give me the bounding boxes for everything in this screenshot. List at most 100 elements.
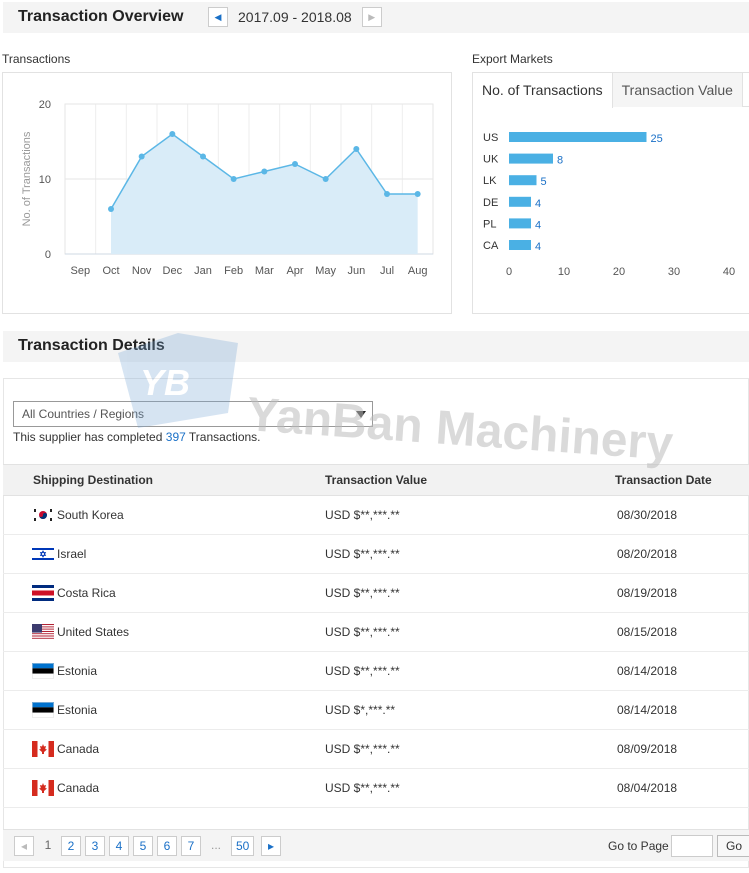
export-tabs: No. of Transactions Transaction Value	[473, 73, 749, 108]
row-value: USD $**,***.**	[325, 586, 400, 600]
bar-category-label: PL	[483, 218, 496, 230]
page-prev-button[interactable]: ◂	[14, 836, 34, 856]
page-item[interactable]: 2	[61, 836, 81, 856]
row-date: 08/15/2018	[617, 625, 678, 639]
x-tick-label: 10	[558, 266, 570, 278]
y-tick-label: 0	[45, 249, 51, 261]
go-button[interactable]: Go	[717, 835, 749, 857]
ee-flag-icon	[32, 702, 54, 718]
data-point	[414, 191, 421, 197]
bar	[509, 153, 553, 164]
goto-page-input[interactable]	[671, 835, 713, 857]
row-country: United States	[57, 625, 130, 639]
y-axis-label: No. of Transactions	[21, 131, 33, 226]
country-filter-select[interactable]: All Countries / Regions	[13, 401, 373, 427]
page-item[interactable]: 7	[181, 836, 201, 856]
bar-category-label: US	[483, 132, 498, 144]
table-row: Israel USD $**,***.** 08/20/2018	[3, 535, 749, 574]
row-value: USD $**,***.**	[325, 664, 400, 678]
row-country: South Korea	[57, 508, 124, 522]
page-item-current: 1	[44, 838, 52, 852]
page-item[interactable]: 4	[109, 836, 129, 856]
row-date: 08/19/2018	[617, 586, 678, 600]
row-country: Canada	[57, 742, 100, 756]
details-header: Transaction Details	[3, 331, 749, 362]
us-flag-icon	[32, 624, 54, 640]
row-value: USD $**,***.**	[325, 625, 400, 639]
x-tick-label: 30	[668, 266, 680, 278]
table-row: South Korea USD $**,***.** 08/30/2018	[3, 496, 749, 535]
row-date: 08/09/2018	[617, 742, 678, 756]
bar	[509, 240, 531, 250]
page-next-button[interactable]: ▸	[261, 836, 281, 856]
export-markets-bar-chart: US 25UK 8LK 5DE 4PL 4CA 40 10 20 30 40	[483, 132, 735, 278]
x-tick-label: Jan	[194, 265, 212, 277]
period-navigator: ◀ 2017.09 - 2018.08 ▶	[208, 6, 382, 28]
bar-category-label: DE	[483, 197, 498, 209]
chevron-right-icon: ▸	[267, 839, 275, 853]
ca-flag-icon	[32, 741, 54, 757]
bar-category-label: UK	[483, 154, 499, 166]
page-item-last[interactable]: 50	[231, 836, 255, 856]
bar-value-label: 5	[541, 176, 547, 188]
bar	[509, 175, 537, 186]
y-tick-label: 20	[39, 99, 51, 111]
bar-value-label: 25	[651, 133, 663, 145]
header-shipping-destination: Shipping Destination	[33, 473, 153, 487]
x-tick-label: Jul	[380, 265, 394, 277]
data-point	[138, 153, 145, 160]
chevron-right-icon: ▶	[368, 11, 376, 22]
tab-no-of-transactions[interactable]: No. of Transactions	[473, 73, 613, 108]
kr-flag-icon	[32, 507, 54, 523]
data-point	[384, 191, 390, 197]
x-tick-label: May	[315, 265, 336, 277]
export-markets-panel: No. of Transactions Transaction Value US…	[472, 72, 749, 314]
x-tick-label: Dec	[163, 265, 183, 277]
data-point	[169, 131, 176, 137]
data-point	[230, 176, 237, 182]
ee-flag-icon	[32, 663, 54, 679]
header-transaction-value: Transaction Value	[325, 473, 428, 487]
row-value: USD $*,***.**	[325, 703, 396, 717]
x-tick-label: Sep	[71, 265, 91, 277]
pagination: ◂ 1 2 3 4 5 6 7 ... 50 ▸ Go to Page Go	[3, 829, 749, 861]
row-date: 08/30/2018	[617, 508, 678, 522]
overview-title: Transaction Overview	[18, 8, 184, 25]
row-value: USD $**,***.**	[325, 742, 400, 756]
summary-suffix: Transactions.	[188, 430, 261, 444]
page-item[interactable]: 5	[133, 836, 153, 856]
summary-count[interactable]: 397	[166, 430, 186, 444]
bar-value-label: 4	[535, 219, 541, 231]
table-row: United States USD $**,***.** 08/15/2018	[3, 613, 749, 652]
table-header: Shipping Destination Transaction Value T…	[3, 464, 749, 496]
export-markets-label: Export Markets	[472, 52, 553, 66]
x-tick-label: 0	[506, 266, 512, 278]
table-row: Canada USD $**,***.** 08/04/2018	[3, 769, 749, 808]
x-tick-label: Apr	[286, 265, 303, 277]
page-item[interactable]: 3	[85, 836, 105, 856]
summary-prefix: This supplier has completed	[13, 430, 163, 444]
table-row: Canada USD $**,***.** 08/09/2018	[3, 730, 749, 769]
cr-flag-icon	[32, 585, 54, 601]
bar-value-label: 4	[535, 198, 541, 210]
bar	[509, 132, 647, 142]
x-tick-label: Jun	[347, 265, 365, 277]
data-point	[322, 176, 329, 182]
period-prev-button[interactable]: ◀	[208, 7, 228, 27]
details-title: Transaction Details	[18, 337, 165, 354]
page-item[interactable]: 6	[157, 836, 177, 856]
row-date: 08/14/2018	[617, 664, 678, 678]
table-row: Estonia USD $*,***.** 08/14/2018	[3, 691, 749, 730]
data-point	[353, 146, 360, 152]
transaction-summary: This supplier has completed 397 Transact…	[13, 430, 261, 444]
row-country: Costa Rica	[57, 586, 116, 600]
row-country: Estonia	[57, 703, 98, 717]
bar	[509, 196, 531, 207]
x-tick-label: Mar	[255, 265, 274, 277]
chevron-left-icon: ◂	[20, 839, 28, 853]
period-next-button[interactable]: ▶	[361, 7, 382, 27]
tab-transaction-value[interactable]: Transaction Value	[612, 73, 743, 107]
row-value: USD $**,***.**	[325, 547, 400, 561]
country-filter-value: All Countries / Regions	[22, 407, 145, 421]
bar-value-label: 8	[557, 155, 563, 167]
